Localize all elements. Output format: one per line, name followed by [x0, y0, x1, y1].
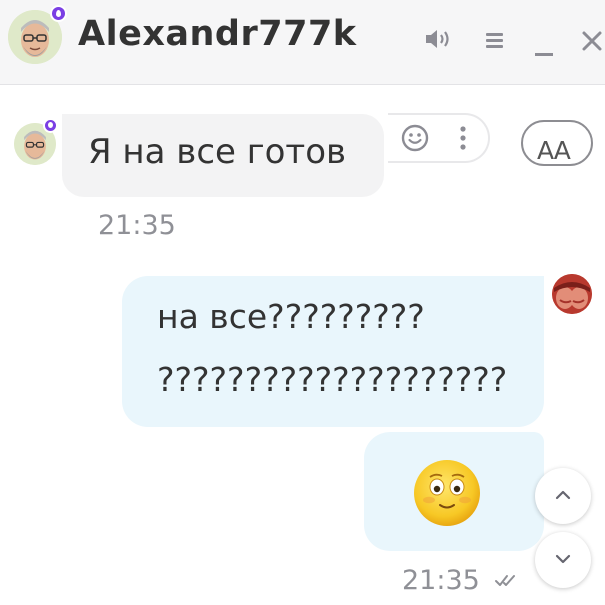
scroll-up-button[interactable] — [535, 468, 591, 524]
contact-name[interactable]: Alexandr777k — [78, 14, 357, 54]
font-size-label: AA — [537, 136, 571, 165]
incoming-message-time: 21:35 — [98, 210, 176, 241]
speaker-icon[interactable] — [424, 28, 456, 50]
outgoing-message-text-line2: ???????????????????? — [157, 360, 508, 399]
incoming-message-text: Я на все готов — [88, 132, 347, 172]
menu-icon[interactable] — [484, 30, 506, 50]
sender-premium-badge-icon — [43, 118, 58, 133]
emoji-reaction-icon[interactable] — [400, 123, 430, 153]
outgoing-message-time: 21:35 — [402, 565, 480, 596]
close-icon[interactable] — [580, 29, 604, 53]
chat-header: Alexandr777k — [0, 0, 605, 85]
premium-badge-icon — [50, 5, 67, 22]
outgoing-message-text-line1: на все????????? — [157, 297, 425, 336]
read-checkmarks-icon — [494, 572, 520, 588]
scroll-down-button[interactable] — [535, 532, 591, 588]
smiling-emoji-icon — [413, 459, 481, 527]
minimize-icon[interactable] — [533, 28, 555, 60]
my-avatar[interactable] — [552, 274, 592, 314]
chevron-up-icon — [555, 490, 571, 500]
chat-window: Alexandr777k Я на все готов 21:35 AA на … — [0, 0, 605, 605]
more-options-icon[interactable] — [458, 124, 468, 152]
chevron-down-icon — [555, 554, 571, 564]
